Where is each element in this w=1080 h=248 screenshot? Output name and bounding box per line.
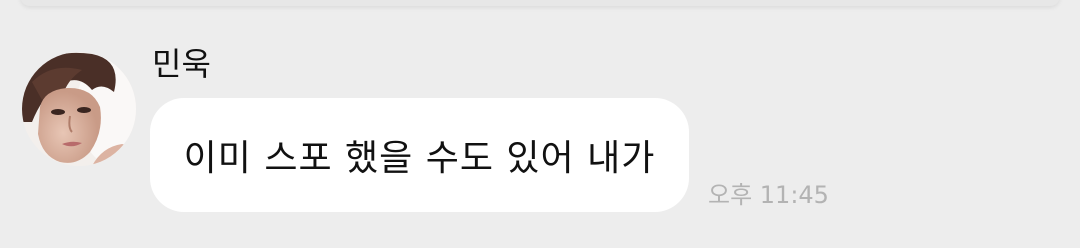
sender-name: 민욱 [152,45,211,83]
sender-avatar[interactable] [22,52,136,166]
message-text: 이미 스포 했을 수도 있어 내가 [183,138,656,179]
chat-message-row: 민욱 이미 스포 했을 수도 있어 내가 오후 11:45 [0,0,1080,248]
avatar-photo-icon [22,52,136,166]
message-timestamp: 오후 11:45 [708,181,829,209]
message-bubble[interactable]: 이미 스포 했을 수도 있어 내가 [150,98,689,212]
